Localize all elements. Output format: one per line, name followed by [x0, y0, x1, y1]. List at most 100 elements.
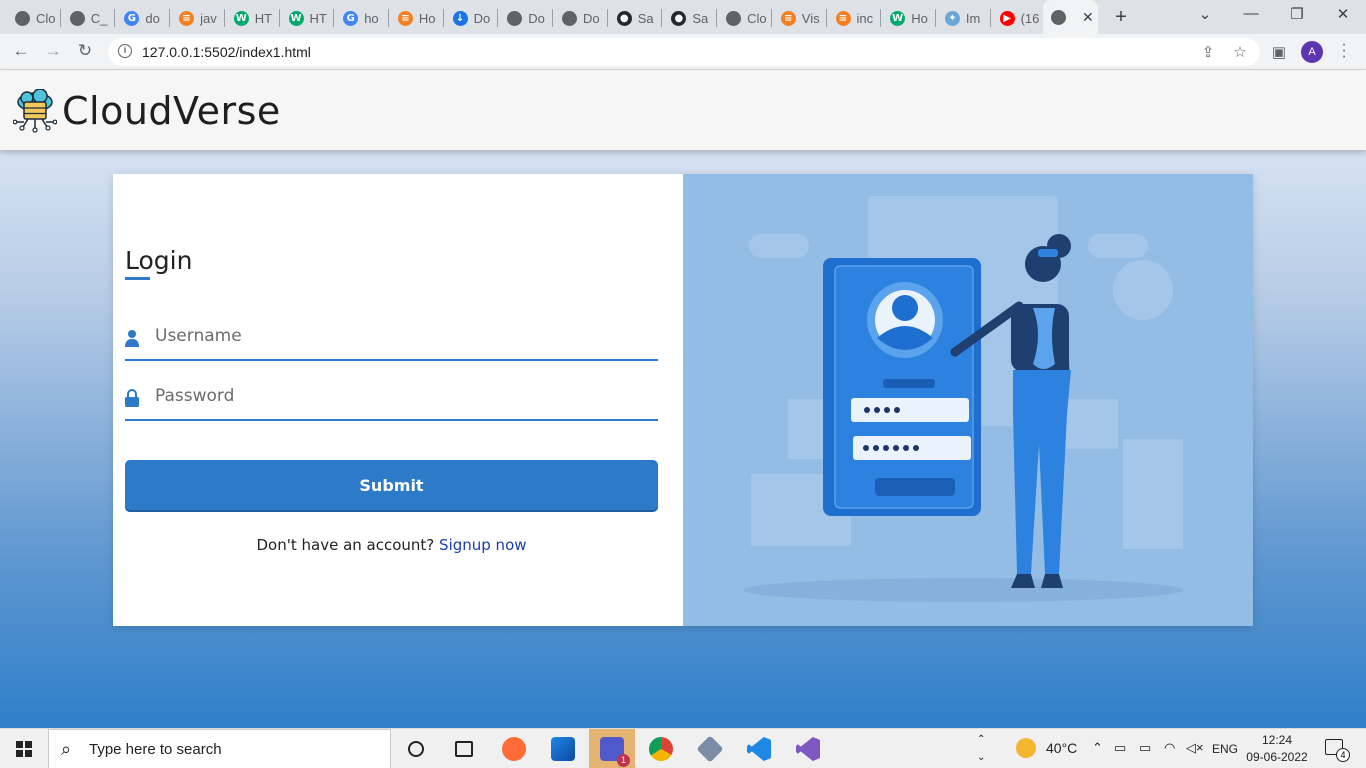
site-info-icon[interactable]: i: [118, 44, 132, 58]
taskbar-scroll-arrows[interactable]: ⌃ ⌄: [977, 731, 985, 767]
vscode-app-icon[interactable]: [736, 729, 782, 768]
globe-icon: [507, 10, 523, 26]
login-illustration: [683, 174, 1253, 626]
browser-tab-title: C_: [90, 10, 108, 26]
lock-icon: [125, 389, 139, 407]
tab-active[interactable]: ✕: [1043, 0, 1098, 34]
input-language[interactable]: ENG: [1212, 742, 1238, 756]
browser-tab[interactable]: ↓ Do: [444, 6, 496, 30]
browser-tab-title: Ho: [911, 10, 928, 26]
menu-kebab-icon[interactable]: · · ·: [1338, 37, 1350, 65]
browser-tab[interactable]: ≡ inc: [827, 6, 879, 30]
signup-prompt: Don't have an account? Signup now: [113, 536, 670, 554]
volume-muted-icon[interactable]: ◁×: [1186, 740, 1204, 756]
browser-tab[interactable]: ● Sa: [662, 6, 714, 30]
browser-tab[interactable]: ≡ jav: [170, 6, 222, 30]
browser-tab[interactable]: ✦ Im: [936, 6, 988, 30]
browser-tab[interactable]: W Ho: [881, 6, 933, 30]
globe-icon: [69, 10, 85, 26]
signup-link[interactable]: Signup now: [439, 536, 526, 554]
taskbar-clock[interactable]: 12:24 09-06-2022: [1240, 732, 1314, 766]
browser-tab[interactable]: ▶ (16: [991, 6, 1043, 30]
browser-tab[interactable]: W HT: [225, 6, 277, 30]
new-tab-button[interactable]: +: [1110, 6, 1132, 29]
close-window-button[interactable]: ✕: [1328, 5, 1358, 23]
address-bar[interactable]: i 127.0.0.1:5502/index1.html: [108, 38, 1260, 66]
browser-tab-title: HT: [309, 10, 327, 26]
stackoverflow-icon: ≡: [397, 10, 413, 26]
meet-now-icon[interactable]: ▭: [1114, 740, 1126, 756]
close-tab-icon[interactable]: ✕: [1082, 9, 1094, 26]
signup-prompt-text: Don't have an account?: [256, 536, 435, 554]
teams-app-icon[interactable]: 1: [589, 729, 635, 768]
globe-icon: [562, 10, 577, 26]
side-panel-icon[interactable]: ▣: [1269, 43, 1289, 61]
battery-icon[interactable]: ▭: [1139, 740, 1151, 756]
weather-sun-icon[interactable]: [1016, 738, 1036, 758]
wifi-icon[interactable]: ◠: [1164, 740, 1175, 756]
browser-tab[interactable]: ≡ Ho: [389, 6, 441, 30]
minimize-button[interactable]: —: [1236, 5, 1266, 22]
bookmark-star-icon[interactable]: ☆: [1230, 43, 1250, 61]
submit-button[interactable]: Submit: [125, 460, 658, 510]
cortana-icon[interactable]: [393, 729, 439, 768]
browser-tab[interactable]: Clo: [717, 6, 769, 30]
tab-separator: [661, 9, 663, 27]
browser-tab-title: (16: [1020, 10, 1040, 26]
clock-date: 09-06-2022: [1246, 750, 1308, 764]
globe-icon: [15, 10, 30, 26]
site-brand-title[interactable]: CloudVerse: [62, 89, 281, 133]
stackoverflow-icon: ≡: [780, 10, 796, 26]
browser-tab[interactable]: ≡ Vis: [772, 6, 824, 30]
tab-separator: [169, 9, 171, 27]
weather-temperature[interactable]: 40°C: [1046, 740, 1077, 756]
password-input[interactable]: [155, 381, 645, 411]
username-input[interactable]: [155, 321, 645, 351]
browser-tab[interactable]: Clo: [6, 6, 58, 30]
password-field: [125, 371, 658, 421]
login-card: Login Submit Don't have an account? Sign…: [113, 174, 1253, 626]
browser-tab-title: Do: [528, 10, 545, 26]
browser-tab[interactable]: Do: [553, 6, 605, 30]
browser-tab-title: Im: [965, 10, 981, 26]
postman-app-icon[interactable]: [491, 729, 537, 768]
tab-search-chevron-icon[interactable]: ⌄: [1190, 5, 1220, 23]
back-button[interactable]: ←: [10, 41, 32, 61]
url-text[interactable]: 127.0.0.1:5502/index1.html: [142, 44, 311, 60]
browser-tab-title: do: [145, 10, 160, 26]
browser-tab-title: Sa: [637, 10, 654, 26]
browser-tab-title: Ho: [418, 10, 436, 26]
browser-tab[interactable]: ● Sa: [608, 6, 660, 30]
browser-tab-title: ho: [364, 10, 379, 26]
browser-tab-title: Vis: [801, 10, 820, 26]
browser-toolbar: ← → ↻ i 127.0.0.1:5502/index1.html ⇪ ☆ ▣…: [0, 34, 1366, 70]
chrome-app-icon[interactable]: [638, 729, 684, 768]
task-view-icon[interactable]: [441, 729, 487, 768]
w3schools-icon: W: [890, 10, 906, 26]
show-hidden-icons-chevron-icon[interactable]: ⌃: [1092, 740, 1103, 756]
w3schools-icon: W: [288, 10, 304, 26]
browser-tab[interactable]: Gdo: [115, 6, 167, 30]
browser-tab-title: Sa: [692, 10, 709, 26]
google-icon: G: [124, 10, 140, 26]
tab-separator: [223, 9, 225, 27]
browser-tab[interactable]: W HT: [280, 6, 332, 30]
profile-avatar[interactable]: A: [1301, 41, 1323, 63]
browser-tab[interactable]: Do: [498, 6, 550, 30]
username-field: [125, 311, 658, 361]
visual-studio-app-icon[interactable]: [785, 729, 831, 768]
browser-tab[interactable]: Gho: [334, 6, 386, 30]
share-icon[interactable]: ⇪: [1198, 43, 1218, 61]
taskbar-search-box[interactable]: ⌕ Type here to search: [48, 729, 391, 768]
restore-button[interactable]: ❐: [1282, 5, 1312, 23]
browser-tab[interactable]: C_: [61, 6, 113, 30]
browser-tab-title: inc: [856, 10, 874, 26]
git-app-icon[interactable]: [687, 729, 733, 768]
windows-start-icon[interactable]: [0, 729, 48, 768]
photos-app-icon[interactable]: [540, 729, 586, 768]
forward-button[interactable]: →: [42, 41, 64, 61]
reload-button[interactable]: ↻: [74, 41, 96, 61]
tab-separator: [59, 9, 61, 27]
github-icon: ●: [616, 10, 632, 26]
notification-center-icon[interactable]: 4: [1325, 739, 1350, 762]
